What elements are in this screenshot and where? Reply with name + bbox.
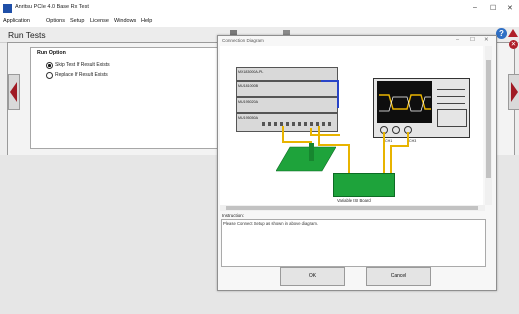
page-title: Run Tests	[8, 30, 46, 40]
instruction-label: Instruction:	[222, 213, 245, 218]
menu-options[interactable]: Options	[46, 18, 65, 24]
scope-panel	[437, 109, 467, 127]
test-fixture-icon	[276, 143, 336, 172]
instrument-label: MU195020A	[238, 100, 258, 104]
next-arrow-button[interactable]	[508, 74, 519, 110]
menu-setup[interactable]: Setup	[70, 18, 84, 24]
chevron-right-icon	[511, 82, 518, 102]
yellow-cable	[407, 132, 409, 146]
collapse-up-icon[interactable]	[508, 29, 518, 37]
minimize-button[interactable]: –	[473, 4, 477, 11]
skip-test-label[interactable]: Skip Test If Result Exists	[55, 62, 110, 68]
yellow-cable	[383, 132, 385, 174]
yellow-cable	[390, 145, 409, 147]
connector-row	[262, 122, 332, 126]
scope-knobs	[437, 84, 465, 106]
horizontal-scroll-thumb[interactable]	[226, 206, 478, 210]
ok-button[interactable]: OK	[280, 267, 345, 286]
menu-help[interactable]: Help	[141, 18, 152, 24]
help-icon[interactable]: ?	[496, 28, 507, 39]
app-icon	[3, 4, 12, 13]
cancel-button[interactable]: Cancel	[366, 267, 431, 286]
replace-radio[interactable]	[46, 72, 53, 79]
chevron-left-icon	[10, 82, 17, 102]
menu-application[interactable]: Application	[3, 18, 30, 24]
previous-arrow-button[interactable]	[8, 74, 20, 110]
instrument-label: MU181000B	[238, 84, 258, 88]
run-option-title: Run Option	[37, 50, 66, 56]
yellow-cable	[348, 144, 350, 174]
vertical-scroll-thumb[interactable]	[486, 60, 491, 178]
window-title: Anritsu PCIe 4.0 Base Rx Test	[15, 4, 89, 10]
blue-cable	[337, 80, 339, 108]
skip-test-radio[interactable]	[46, 62, 53, 69]
scope-input-ch2	[392, 126, 400, 134]
instrument-label: MU195050A	[238, 116, 258, 120]
yellow-cable	[390, 145, 392, 174]
dialog-close-button[interactable]: ✕	[484, 37, 489, 43]
instruction-box	[221, 219, 486, 267]
close-panel-icon[interactable]: ✕	[509, 40, 518, 49]
variable-isi-board	[333, 173, 395, 197]
channel-label-ch3: CH3	[409, 139, 417, 143]
oscilloscope-screen	[377, 81, 432, 123]
maximize-button[interactable]: ☐	[490, 4, 496, 12]
yellow-cable	[310, 134, 340, 136]
waveform-icon	[379, 94, 431, 112]
dialog-title: Connection Diagram	[222, 38, 264, 43]
menu-windows[interactable]: Windows	[114, 18, 136, 24]
instrument-label: MX183000A-PL	[238, 70, 264, 74]
dialog-maximize-button[interactable]: ☐	[470, 37, 475, 43]
close-button[interactable]: ✕	[507, 4, 513, 12]
dialog-minimize-button[interactable]: –	[456, 37, 459, 43]
board-label: Variable ISI Board	[337, 198, 371, 203]
instruction-text: Please Connect Setup as shown in above d…	[223, 221, 318, 226]
channel-label-ch1: CH1	[385, 139, 393, 143]
replace-label[interactable]: Replace If Result Exists	[55, 72, 108, 78]
menu-license[interactable]: License	[90, 18, 109, 24]
